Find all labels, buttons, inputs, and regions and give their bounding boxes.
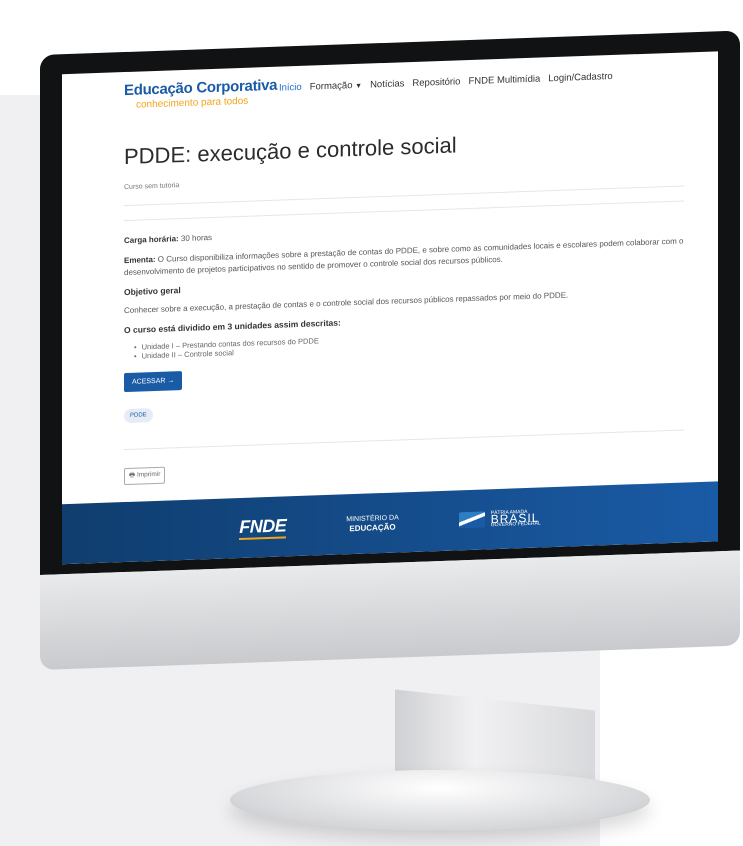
fnde-logo[interactable]: FNDE [239,514,287,540]
menu-item-login[interactable]: Login/Cadastro [548,71,612,84]
menu-item-formacao[interactable]: Formação ▼ [309,80,363,93]
site-logo-title[interactable]: Educação Corporativa [124,77,277,99]
course-type: Curso sem tutoria [124,182,180,192]
monitor-stand-base [230,770,650,830]
monitor: Educação Corporativa conhecimento para t… [40,30,740,670]
workload-value: 30 horas [180,232,213,244]
tag-badge[interactable]: PDDE [124,408,153,424]
brasil-text: PÁTRIA AMADA BRASIL GOVERNO FEDERAL [490,509,541,529]
site-header: Educação Corporativa conhecimento para t… [124,62,698,122]
workload-label: Carga horária: [124,234,179,246]
menu-item-formacao-label: Formação [309,80,353,93]
print-button-label: Imprimir [136,470,161,479]
chevron-down-icon: ▼ [355,82,363,90]
brasil-sub: GOVERNO FEDERAL [490,520,541,529]
print-button[interactable]: 🖶 Imprimir [124,466,166,486]
printer-icon: 🖶 [129,471,136,479]
menu-item-noticias[interactable]: Notícias [370,78,404,90]
menu-item-inicio[interactable]: Início [279,82,302,94]
menu-item-multimidia[interactable]: FNDE Multimídia [468,74,540,88]
flag-icon [458,511,485,529]
course-content: PDDE: execução e controle social Curso s… [124,125,684,486]
mec-line2: EDUCAÇÃO [349,522,396,533]
menu-item-repositorio[interactable]: Repositório [412,76,460,89]
mec-logo[interactable]: MINISTÉRIO DA EDUCAÇÃO [346,513,399,534]
divider [124,429,684,451]
main-menu: Início Formação ▼ Notícias Repositório F… [279,71,613,94]
site-footer: FNDE MINISTÉRIO DA EDUCAÇÃO PÁTRIA AMADA… [62,481,718,565]
access-button[interactable]: ACESSAR → [124,371,183,393]
monitor-bezel: Educação Corporativa conhecimento para t… [40,30,740,575]
syllabus-label: Ementa: [124,254,156,266]
brasil-logo[interactable]: PÁTRIA AMADA BRASIL GOVERNO FEDERAL [458,509,541,530]
monitor-screen: Educação Corporativa conhecimento para t… [62,51,718,565]
page-title: PDDE: execução e controle social [124,132,457,170]
